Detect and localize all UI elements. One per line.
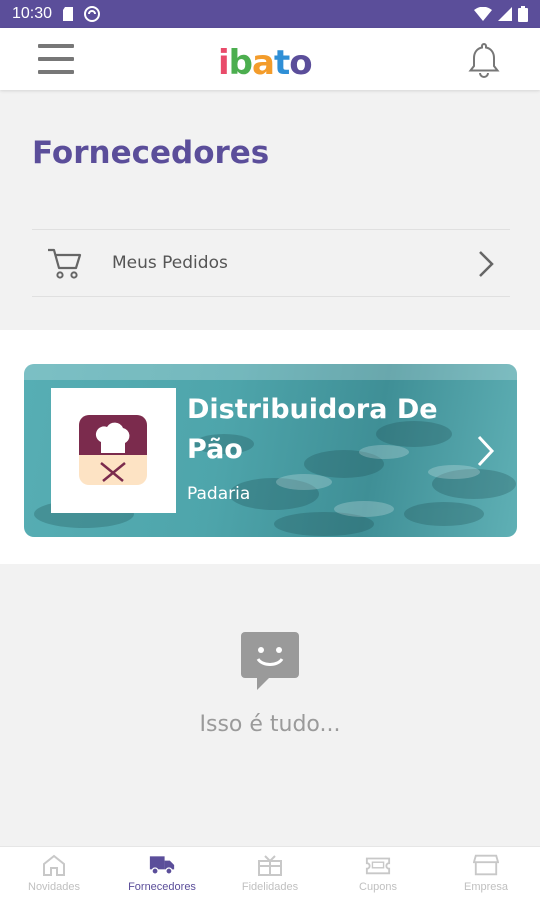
gift-icon (258, 855, 282, 876)
home-icon (43, 854, 65, 876)
logo-letter: i (218, 43, 230, 83)
my-orders-row[interactable]: Meus Pedidos (32, 229, 510, 297)
supplier-logo-frame (51, 388, 176, 513)
sd-card-icon (63, 7, 74, 21)
nav-fornecedores[interactable]: Fornecedores (108, 847, 216, 900)
supplier-list: Distribuidora De Pão Padaria (0, 330, 540, 564)
logo-letter: a (252, 43, 275, 83)
logo-letter: b (228, 43, 253, 83)
nav-label: Fornecedores (128, 881, 196, 893)
nav-fidelidades[interactable]: Fidelidades (216, 847, 324, 900)
nav-label: Cupons (359, 881, 397, 893)
wifi-icon (474, 7, 492, 21)
menu-button[interactable] (38, 44, 74, 74)
supplier-name: Distribuidora De Pão (187, 394, 438, 465)
status-bar: 10:30 (0, 0, 540, 28)
truck-icon (149, 856, 175, 875)
my-orders-label: Meus Pedidos (112, 253, 228, 273)
logo-letter: o (289, 43, 312, 83)
sync-icon (84, 6, 101, 22)
nav-label: Novidades (28, 881, 80, 893)
logo-letter: t (273, 43, 290, 83)
chevron-right-icon (477, 435, 495, 467)
chevron-right-icon (479, 251, 494, 277)
supplier-category: Padaria (187, 484, 251, 504)
supplier-card[interactable]: Distribuidora De Pão Padaria (24, 364, 517, 537)
shopping-cart-icon (48, 248, 82, 279)
nav-cupons[interactable]: Cupons (324, 847, 432, 900)
nav-novidades[interactable]: Novidades (0, 847, 108, 900)
nav-label: Empresa (463, 881, 509, 893)
app-header: ibato (0, 28, 540, 90)
notification-bell-icon[interactable] (464, 40, 504, 80)
menu-icon (38, 44, 74, 48)
nav-empresa[interactable]: Empresa (432, 847, 540, 900)
end-of-list: Isso é tudo... (0, 564, 540, 846)
page-title: Fornecedores (32, 135, 270, 171)
smiley-chat-icon (241, 632, 299, 690)
store-icon (473, 854, 499, 876)
bottom-navigation: Novidades Fornecedores Fidelidades Cupon… (0, 846, 540, 900)
end-of-list-message: Isso é tudo... (199, 712, 341, 737)
nav-label: Fidelidades (241, 881, 299, 893)
signal-icon (498, 7, 512, 21)
app-logo: ibato (218, 40, 313, 83)
chef-hat-utensils-icon (79, 415, 147, 485)
ticket-icon (365, 857, 391, 875)
battery-icon (518, 6, 528, 22)
status-time: 10:30 (12, 5, 53, 22)
